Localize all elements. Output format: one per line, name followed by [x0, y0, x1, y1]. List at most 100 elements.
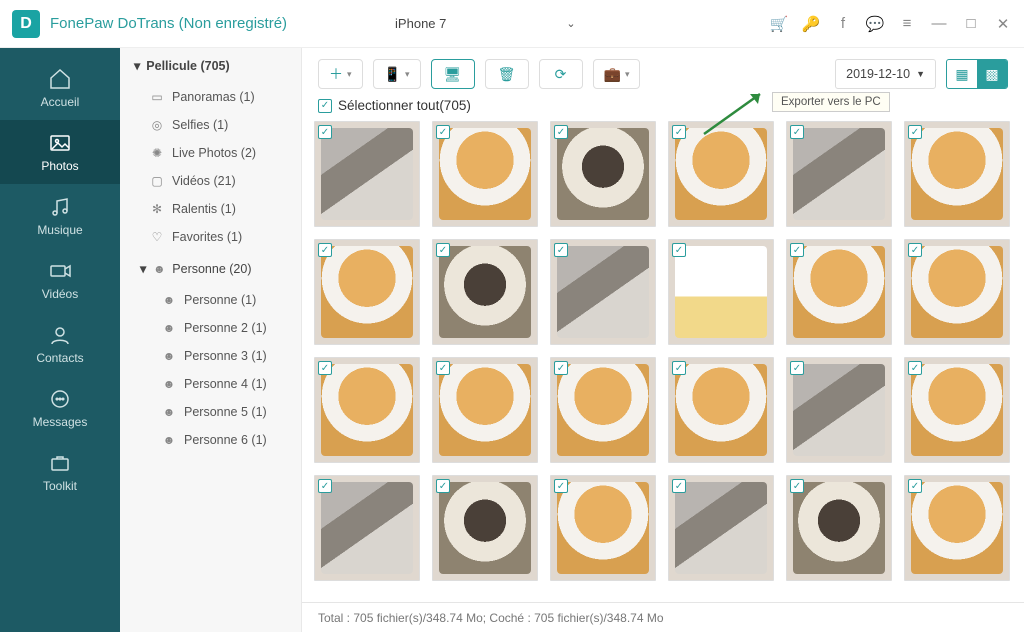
photo-thumb[interactable]: ✓	[904, 357, 1010, 463]
photo-thumb[interactable]: ✓	[904, 239, 1010, 345]
thumb-checkbox[interactable]: ✓	[908, 479, 922, 493]
person-icon: ☻	[162, 377, 176, 391]
sidebar-item-music[interactable]: Musique	[0, 184, 120, 248]
device-name: iPhone 7	[395, 16, 446, 31]
delete-button[interactable]: 🗑	[485, 59, 529, 89]
thumb-checkbox[interactable]: ✓	[318, 125, 332, 139]
tree-item-person[interactable]: ☻Personne 4 (1)	[120, 370, 301, 398]
grid-large-view[interactable]: ▦	[947, 60, 977, 88]
tree-item-person[interactable]: ☻Personne 3 (1)	[120, 342, 301, 370]
add-button[interactable]: ＋▾	[318, 59, 363, 89]
thumb-checkbox[interactable]: ✓	[318, 479, 332, 493]
minimize-button[interactable]: —	[930, 15, 948, 33]
thumb-checkbox[interactable]: ✓	[672, 243, 686, 257]
facebook-icon[interactable]: f	[834, 15, 852, 33]
thumb-checkbox[interactable]: ✓	[318, 361, 332, 375]
photo-thumb[interactable]: ✓	[668, 357, 774, 463]
thumb-checkbox[interactable]: ✓	[436, 243, 450, 257]
photo-thumb[interactable]: ✓	[432, 475, 538, 581]
tree-item-slowmo[interactable]: ✻Ralentis (1)	[120, 195, 301, 223]
photo-thumb[interactable]: ✓	[786, 239, 892, 345]
sidebar-item-toolkit[interactable]: Toolkit	[0, 440, 120, 504]
thumb-checkbox[interactable]: ✓	[436, 479, 450, 493]
thumb-checkbox[interactable]: ✓	[790, 479, 804, 493]
export-device-button[interactable]: 📱▾	[373, 59, 421, 89]
photo-thumb[interactable]: ✓	[786, 475, 892, 581]
thumb-checkbox[interactable]: ✓	[672, 361, 686, 375]
thumb-checkbox[interactable]: ✓	[436, 125, 450, 139]
thumb-checkbox[interactable]: ✓	[790, 361, 804, 375]
sidebar-item-contacts[interactable]: Contacts	[0, 312, 120, 376]
person-icon: ☻	[162, 293, 176, 307]
sidebar-item-videos[interactable]: Vidéos	[0, 248, 120, 312]
date-filter[interactable]: 2019-12-10 ▼	[835, 59, 936, 89]
thumb-checkbox[interactable]: ✓	[790, 243, 804, 257]
photo-thumb[interactable]: ✓	[432, 121, 538, 227]
photo-thumb[interactable]: ✓	[314, 121, 420, 227]
photo-thumb[interactable]: ✓	[668, 475, 774, 581]
thumb-checkbox[interactable]: ✓	[908, 243, 922, 257]
key-icon[interactable]: 🔑	[802, 15, 820, 33]
sidebar-item-photos[interactable]: Photos	[0, 120, 120, 184]
photo-thumb[interactable]: ✓	[904, 121, 1010, 227]
grid-small-view[interactable]: ▩	[977, 60, 1007, 88]
tree-item-person[interactable]: ☻Personne 6 (1)	[120, 426, 301, 454]
thumb-checkbox[interactable]: ✓	[790, 125, 804, 139]
person-icon: ☻	[162, 321, 176, 335]
tree-item-person[interactable]: ☻Personne 2 (1)	[120, 314, 301, 342]
photo-thumb[interactable]: ✓	[904, 475, 1010, 581]
sidebar-item-label: Accueil	[41, 95, 80, 109]
contacts-icon	[48, 323, 72, 347]
tree-item-panoramas[interactable]: ▭Panoramas (1)	[120, 83, 301, 111]
thumb-checkbox[interactable]: ✓	[554, 125, 568, 139]
tree-item-selfies[interactable]: ◎Selfies (1)	[120, 111, 301, 139]
feedback-icon[interactable]: 💬	[866, 15, 884, 33]
menu-icon[interactable]: ≡	[898, 15, 916, 33]
tree-item-person[interactable]: ☻Personne 5 (1)	[120, 398, 301, 426]
sidebar-item-messages[interactable]: Messages	[0, 376, 120, 440]
chevron-down-icon: ▼	[916, 69, 925, 79]
thumb-checkbox[interactable]: ✓	[672, 125, 686, 139]
sidebar-item-home[interactable]: Accueil	[0, 56, 120, 120]
thumb-checkbox[interactable]: ✓	[554, 243, 568, 257]
photo-thumb[interactable]: ✓	[550, 357, 656, 463]
photo-thumb[interactable]: ✓	[432, 239, 538, 345]
photo-thumb[interactable]: ✓	[786, 121, 892, 227]
tree-item-favorites[interactable]: ♡Favorites (1)	[120, 223, 301, 251]
maximize-button[interactable]: □	[962, 15, 980, 33]
thumb-checkbox[interactable]: ✓	[554, 361, 568, 375]
photo-thumb[interactable]: ✓	[786, 357, 892, 463]
photo-thumb[interactable]: ✓	[668, 239, 774, 345]
select-all-checkbox[interactable]: ✓	[318, 99, 332, 113]
export-pc-button[interactable]: 🖥	[431, 59, 475, 89]
photos-icon	[48, 131, 72, 155]
person-icon: ☻	[152, 262, 166, 276]
cart-icon[interactable]: 🛒	[770, 15, 788, 33]
tree-root[interactable]: ▾ Pellicule (705)	[120, 48, 301, 83]
thumb-checkbox[interactable]: ✓	[436, 361, 450, 375]
sidebar-item-label: Vidéos	[42, 287, 78, 301]
close-button[interactable]: ✕	[994, 15, 1012, 33]
tree-item-videos[interactable]: ▢Vidéos (21)	[120, 167, 301, 195]
photo-thumb[interactable]: ✓	[550, 121, 656, 227]
photo-thumb[interactable]: ✓	[314, 357, 420, 463]
thumb-checkbox[interactable]: ✓	[554, 479, 568, 493]
select-all-row[interactable]: ✓ Sélectionner tout(705)	[302, 92, 1024, 117]
thumb-checkbox[interactable]: ✓	[318, 243, 332, 257]
photo-thumb[interactable]: ✓	[550, 475, 656, 581]
device-selector[interactable]: iPhone 7 ⌄	[377, 9, 590, 39]
photo-thumb[interactable]: ✓	[314, 475, 420, 581]
photo-thumb[interactable]: ✓	[550, 239, 656, 345]
thumb-checkbox[interactable]: ✓	[672, 479, 686, 493]
photo-thumb[interactable]: ✓	[432, 357, 538, 463]
tree-item-person[interactable]: ☻Personne (1)	[120, 286, 301, 314]
tree-person-root[interactable]: ▾ ☻ Personne (20)	[120, 251, 301, 286]
thumb-checkbox[interactable]: ✓	[908, 361, 922, 375]
tree-item-livephotos[interactable]: ✺Live Photos (2)	[120, 139, 301, 167]
phone-icon: 📱	[384, 66, 401, 83]
refresh-button[interactable]: ⟳	[539, 59, 583, 89]
livephoto-icon: ✺	[150, 146, 164, 160]
thumb-checkbox[interactable]: ✓	[908, 125, 922, 139]
toolbox-button[interactable]: 💼▾	[593, 59, 641, 89]
photo-thumb[interactable]: ✓	[314, 239, 420, 345]
